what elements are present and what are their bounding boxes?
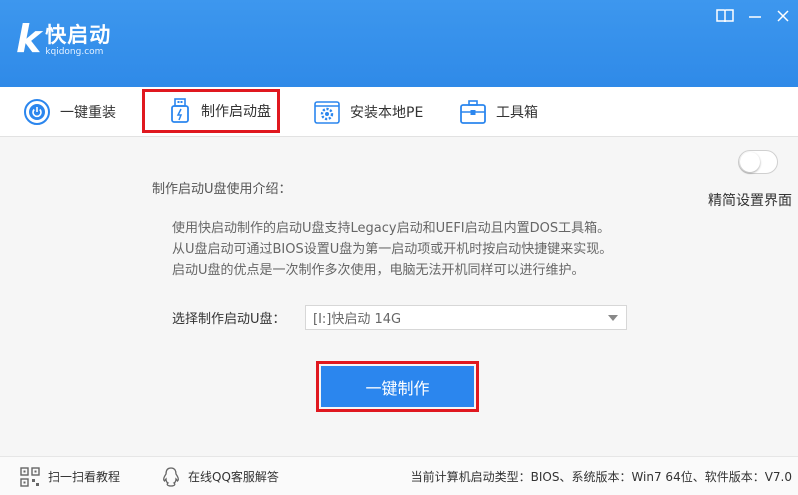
intro-line: 从U盘启动可通过BIOS设置U盘为第一启动项或开机时按启动快捷键来实现。 (172, 242, 613, 257)
main-tab-bar: 一键重装 制作启动盘 安装本地PE 工具箱 (0, 87, 798, 137)
simple-mode-toggle[interactable] (738, 150, 778, 174)
title-bar: k 快启动 kqidong.com (0, 0, 798, 87)
qq-penguin-icon (163, 466, 179, 487)
scan-tutorial-label: 扫一扫看教程 (48, 470, 121, 484)
tab-label: 制作启动盘 (201, 104, 271, 120)
app-name: 快启动 (45, 23, 112, 47)
system-status-text: 当前计算机启动类型：BIOS、系统版本：Win7 64位、软件版本：V7.0 (410, 470, 792, 484)
tab-make-boot-disk[interactable]: 制作启动盘 (142, 89, 280, 133)
tab-label: 安装本地PE (350, 105, 424, 121)
tab-toolbox[interactable]: 工具箱 (460, 87, 538, 137)
logo-letter: k (16, 17, 42, 61)
intro-line: 启动U盘的优点是一次制作多次使用，电脑无法开机同样可以进行维护。 (172, 263, 585, 278)
toggle-knob (740, 152, 760, 172)
disk-select-value: [I:]快启动 14G (313, 312, 402, 327)
qq-support-label: 在线QQ客服解答 (188, 470, 279, 484)
minimize-icon[interactable] (744, 6, 766, 26)
gear-icon (314, 99, 340, 125)
one-click-make-button[interactable]: 一键制作 (321, 366, 474, 407)
disk-select[interactable]: [I:]快启动 14G (305, 305, 627, 330)
simple-mode-label: 精简设置界面 (708, 193, 792, 209)
toolbox-icon (460, 100, 486, 124)
scan-tutorial-link[interactable]: 扫一扫看教程 (20, 457, 120, 495)
power-icon (24, 99, 50, 125)
close-icon[interactable] (772, 6, 794, 26)
qr-code-icon (20, 466, 40, 487)
primary-button-highlight: 一键制作 (316, 361, 479, 412)
usb-drive-icon (169, 98, 191, 124)
tab-install-local-pe[interactable]: 安装本地PE (314, 87, 423, 137)
app-logo: k 快启动 kqidong.com (16, 20, 111, 58)
tab-label: 工具箱 (496, 105, 538, 121)
footer: 扫一扫看教程 在线QQ客服解答 当前计算机启动类型：BIOS、系统版本：Win7… (0, 456, 798, 495)
tab-label: 一键重装 (60, 105, 116, 121)
intro-line: 使用快启动制作的启动U盘支持Legacy启动和UEFI启动且内置DOS工具箱。 (172, 221, 611, 236)
book-icon[interactable] (714, 6, 736, 26)
app-domain: kqidong.com (45, 47, 104, 57)
logo-text: 快启动 kqidong.com (45, 24, 111, 58)
intro-title: 制作启动U盘使用介绍： (152, 182, 292, 197)
chevron-down-icon (608, 315, 618, 321)
qq-support-link[interactable]: 在线QQ客服解答 (162, 457, 279, 495)
disk-select-label: 选择制作启动U盘： (172, 312, 286, 327)
tab-one-click-reinstall[interactable]: 一键重装 (24, 87, 116, 137)
